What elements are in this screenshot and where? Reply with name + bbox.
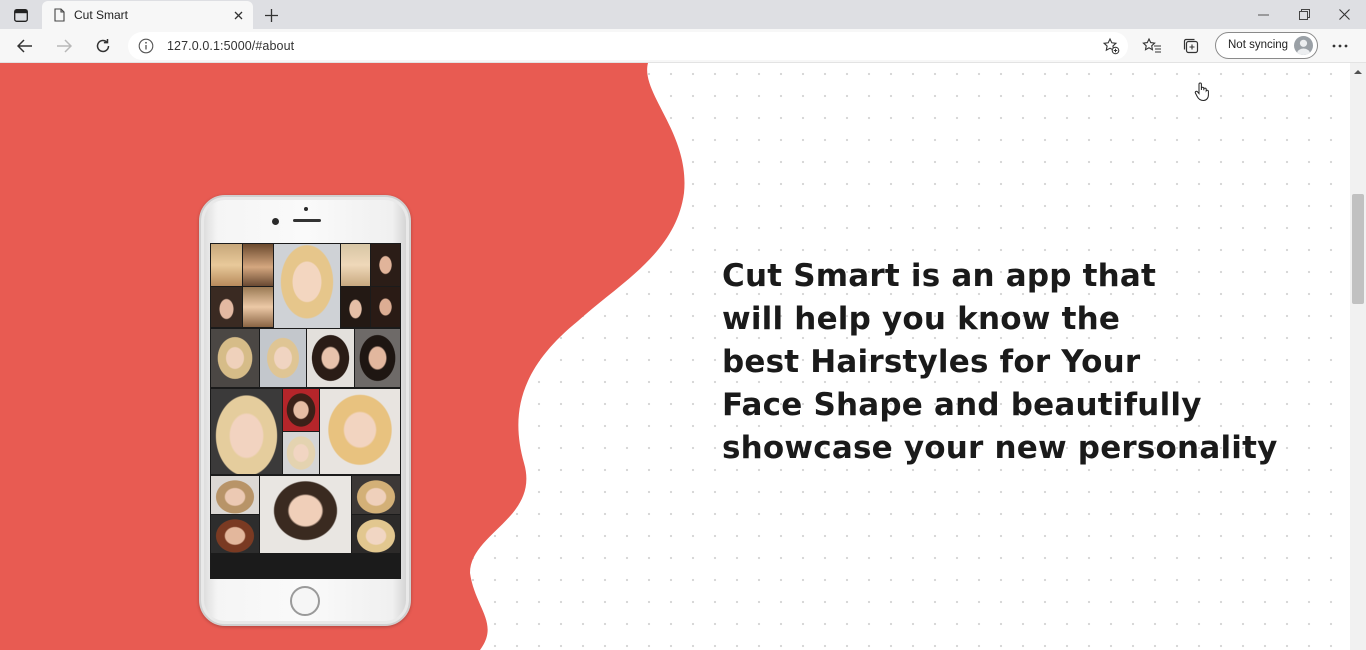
collections-icon — [1183, 38, 1199, 54]
page-icon — [52, 7, 66, 23]
hairstyle-photo — [243, 244, 273, 286]
phone-sensor — [304, 207, 308, 211]
minimize-button[interactable] — [1243, 0, 1283, 29]
active-tab[interactable]: Cut Smart — [42, 1, 253, 29]
about-headline: Cut Smart is an app that will help you k… — [722, 255, 1282, 470]
info-icon[interactable] — [138, 38, 154, 54]
hairstyle-photo — [211, 476, 259, 514]
tab-actions-button[interactable] — [10, 5, 32, 25]
hairstyle-photo — [341, 287, 370, 327]
forward-button[interactable] — [51, 34, 77, 58]
phone-mockup — [199, 195, 411, 626]
hairstyle-photo — [211, 244, 242, 286]
profile-label: Not syncing — [1228, 39, 1289, 51]
tab-title: Cut Smart — [74, 8, 129, 22]
phone-camera — [272, 218, 279, 225]
hairstyle-photo — [371, 244, 400, 286]
forward-icon — [57, 39, 72, 53]
hairstyle-photo — [371, 287, 400, 327]
favorites-button[interactable] — [1141, 35, 1163, 57]
back-button[interactable] — [12, 34, 38, 58]
favorites-icon — [1142, 37, 1161, 53]
headline-line: Cut Smart is an app that — [722, 258, 1157, 294]
hairstyle-photo — [260, 329, 306, 387]
refresh-button[interactable] — [90, 34, 116, 58]
hairstyle-photo — [283, 432, 319, 474]
minimize-icon — [1257, 14, 1269, 15]
hairstyle-photo — [352, 515, 400, 553]
headline-line: will help you know the — [722, 301, 1121, 337]
address-bar[interactable]: 127.0.0.1:5000/#about — [128, 32, 1128, 60]
restore-icon — [1298, 9, 1310, 20]
hairstyle-photo — [283, 389, 319, 431]
refresh-icon — [96, 39, 110, 53]
close-icon — [234, 11, 242, 19]
browser-toolbar: 127.0.0.1:5000/#about Not syncing — [0, 29, 1366, 63]
hairstyle-photo — [320, 389, 400, 474]
hairstyle-photo — [243, 287, 273, 327]
back-icon — [17, 39, 32, 53]
profile-button[interactable]: Not syncing — [1215, 32, 1318, 59]
restore-button[interactable] — [1284, 0, 1324, 29]
tab-strip: Cut Smart — [0, 0, 1366, 29]
about-section: Cut Smart is an app that will help you k… — [0, 63, 1350, 650]
hairstyle-photo — [341, 244, 370, 286]
page-scrollbar[interactable] — [1350, 63, 1366, 650]
headline-line: Face Shape and beautifully — [722, 387, 1202, 423]
scroll-thumb[interactable] — [1352, 194, 1364, 304]
hairstyle-photo — [211, 329, 259, 387]
hairstyle-photo — [211, 287, 242, 327]
hairstyle-photo — [260, 476, 351, 553]
hairstyle-photo — [211, 389, 282, 474]
plus-icon — [264, 8, 278, 22]
headline-line: best Hairstyles for Your — [722, 344, 1141, 380]
close-window-button[interactable] — [1324, 0, 1364, 29]
favorite-add-icon[interactable] — [1102, 37, 1120, 55]
hairstyle-collage — [210, 243, 401, 579]
avatar — [1294, 36, 1313, 55]
phone-speaker — [293, 219, 321, 222]
hairstyle-photo — [355, 329, 400, 387]
headline-line: showcase your new personality — [722, 430, 1278, 466]
more-button[interactable] — [1329, 35, 1351, 57]
more-icon — [1332, 44, 1348, 48]
url-text[interactable]: 127.0.0.1:5000/#about — [167, 39, 294, 53]
scroll-up-arrow-icon[interactable] — [1354, 68, 1362, 76]
hairstyle-photo — [307, 329, 354, 387]
phone-home-button — [290, 586, 320, 616]
hand-cursor-icon — [1194, 82, 1209, 102]
tab-actions-icon — [14, 8, 28, 22]
tab-close-button[interactable] — [229, 6, 247, 24]
close-icon — [1338, 9, 1350, 20]
hairstyle-photo — [274, 244, 340, 328]
collections-button[interactable] — [1180, 35, 1202, 57]
hairstyle-photo — [352, 476, 400, 514]
new-tab-button[interactable] — [260, 4, 282, 26]
hairstyle-photo — [211, 515, 259, 553]
